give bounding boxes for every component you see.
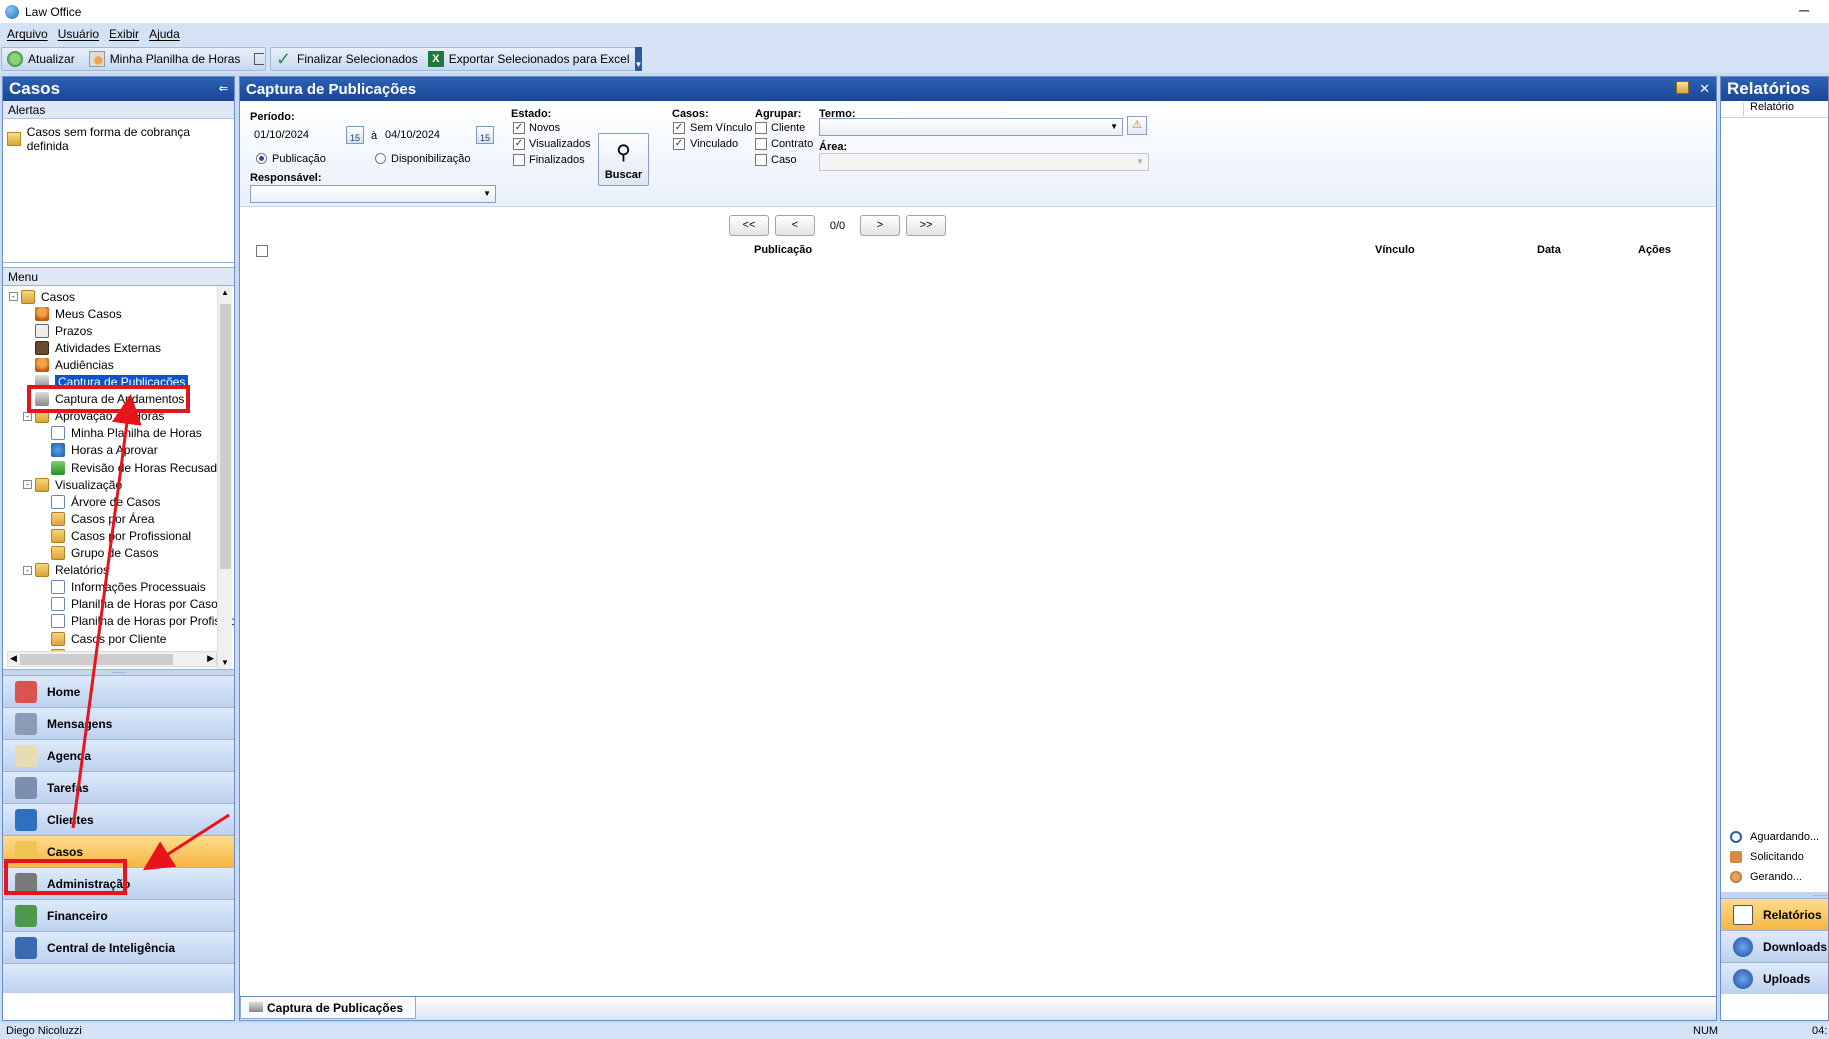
arrow-to-menu-item bbox=[71, 394, 142, 829]
arrow-to-casos-nav bbox=[142, 813, 230, 871]
annotation-arrows bbox=[71, 394, 230, 871]
